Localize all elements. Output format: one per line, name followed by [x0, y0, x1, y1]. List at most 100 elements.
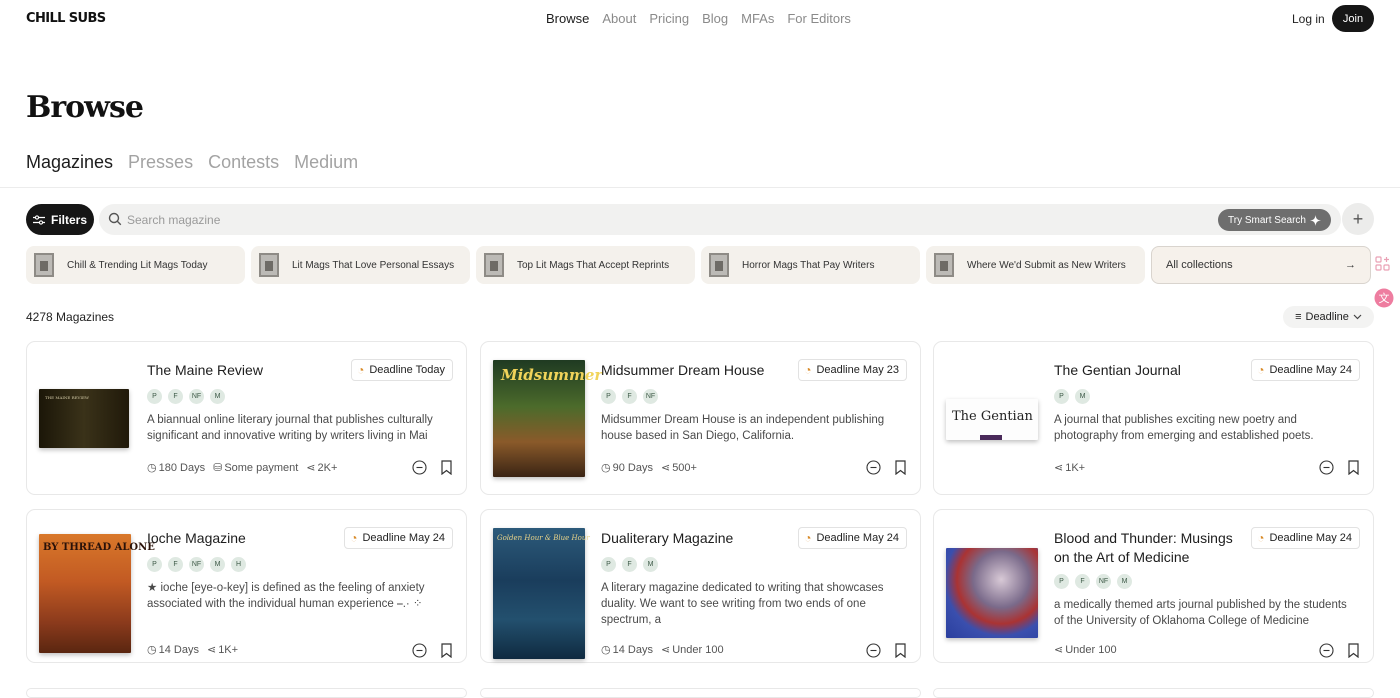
magazine-name[interactable]: The Maine Review: [147, 361, 263, 380]
card-actions: [412, 643, 453, 658]
tab-presses[interactable]: Presses: [128, 152, 193, 173]
magazine-name[interactable]: Ioche Magazine: [147, 529, 246, 548]
deadline-badge: ◔ Deadline May 23: [798, 359, 907, 381]
magazine-card[interactable]: Blood and Thunder: Musings on the Art of…: [933, 509, 1374, 663]
magazine-meta: ⋖ Under 100: [1054, 643, 1117, 657]
nav-blog[interactable]: Blog: [702, 11, 728, 26]
magazine-meta: ◷ 180 Days ⛁ Some payment ⋖ 2K+: [147, 461, 337, 475]
search-bar: Try Smart Search: [99, 204, 1341, 235]
sort-dropdown[interactable]: ≡ Deadline: [1283, 306, 1374, 328]
smart-search-button[interactable]: Try Smart Search: [1218, 209, 1331, 231]
response-time: ◷ 14 Days: [147, 643, 199, 657]
hide-icon[interactable]: [866, 643, 881, 658]
magazine-name[interactable]: Dualiterary Magazine: [601, 529, 733, 548]
hide-icon[interactable]: [412, 460, 427, 475]
timer-icon: ◔: [1257, 531, 1265, 545]
bag-icon: [259, 253, 279, 277]
collection-card[interactable]: Top Lit Mags That Accept Reprints: [476, 246, 695, 284]
grid-plus-icon[interactable]: [1375, 256, 1391, 272]
bookmark-icon[interactable]: [440, 643, 453, 658]
nav-about[interactable]: About: [602, 11, 636, 26]
money-icon: ⛁: [213, 462, 223, 474]
reach-text: Under 100: [1065, 643, 1117, 656]
magazine-name[interactable]: Blood and Thunder: Musings on the Art of…: [1054, 529, 1240, 567]
magazine-description: A literary magazine dedicated to writing…: [601, 582, 884, 626]
share-icon: ⋖: [660, 462, 671, 474]
cover-title: Golden Hour & Blue Hour: [497, 534, 590, 542]
all-collections-label: All collections: [1166, 259, 1233, 271]
card-actions: [866, 643, 907, 658]
genre-tag: M: [643, 557, 658, 572]
bookmark-icon[interactable]: [440, 460, 453, 475]
reach-text: Under 100: [672, 643, 724, 656]
sparkle-icon: [1310, 214, 1321, 226]
timer-icon: ◔: [1257, 363, 1265, 377]
all-collections-button[interactable]: All collections →: [1151, 246, 1371, 284]
sort-lines-icon: ≡: [1295, 311, 1302, 323]
nav-for-editors[interactable]: For Editors: [787, 11, 851, 26]
bookmark-icon[interactable]: [894, 643, 907, 658]
add-button[interactable]: +: [1342, 203, 1374, 235]
deadline-text: Deadline May 24: [816, 532, 899, 544]
translate-icon[interactable]: 文: [1374, 288, 1394, 308]
genre-tag: F: [168, 389, 183, 404]
collection-label: Lit Mags That Love Personal Essays: [292, 259, 455, 271]
magazine-card[interactable]: THE MAINE REVIEW The Maine Review ◔ Deadl…: [26, 341, 467, 495]
genre-tag: M: [1117, 574, 1132, 589]
magazine-card[interactable]: The Gentian The Gentian Journal ◔ Deadlin…: [933, 341, 1374, 495]
bookmark-icon[interactable]: [1347, 643, 1360, 658]
genre-tag: P: [147, 389, 162, 404]
genre-tag: F: [622, 557, 637, 572]
search-input[interactable]: [127, 204, 1127, 235]
main-nav: Browse About Pricing Blog MFAs For Edito…: [546, 11, 851, 26]
tab-magazines[interactable]: Magazines: [26, 152, 113, 173]
genre-tags: P F NF: [601, 389, 658, 404]
collection-card[interactable]: Where We'd Submit as New Writers: [926, 246, 1145, 284]
result-count: 4278 Magazines: [26, 310, 115, 324]
magazine-name[interactable]: The Gentian Journal: [1054, 361, 1181, 380]
magazine-cover: The Gentian: [946, 399, 1038, 440]
hide-icon[interactable]: [866, 460, 881, 475]
collection-card[interactable]: Chill & Trending Lit Mags Today: [26, 246, 245, 284]
magazine-name[interactable]: Midsummer Dream House: [601, 361, 764, 380]
share-icon: ⋖: [306, 462, 316, 474]
genre-tag: H: [231, 557, 246, 572]
reach-text: 1K+: [218, 643, 239, 656]
tab-medium[interactable]: Medium: [294, 152, 358, 173]
hide-icon[interactable]: [1319, 643, 1334, 658]
hide-icon[interactable]: [412, 643, 427, 658]
join-button[interactable]: Join: [1332, 5, 1374, 32]
cover-title: BY THREAD ALONE: [43, 542, 155, 553]
genre-tag: NF: [643, 389, 658, 404]
nav-browse[interactable]: Browse: [546, 11, 589, 26]
genre-tag: M: [210, 557, 225, 572]
smart-search-label: Try Smart Search: [1228, 214, 1306, 226]
bag-icon: [484, 253, 504, 277]
genre-tag: M: [210, 389, 225, 404]
hide-icon[interactable]: [1319, 460, 1334, 475]
magazine-card[interactable]: Golden Hour & Blue Hour Dualiterary Maga…: [480, 509, 921, 663]
magazine-description: A journal that publishes exciting new po…: [1054, 414, 1314, 442]
bag-icon: [34, 253, 54, 277]
magazine-cover: Midsummer: [493, 360, 602, 477]
filters-button[interactable]: Filters: [26, 204, 94, 235]
tab-contests[interactable]: Contests: [208, 152, 279, 173]
brand-logo[interactable]: CHILL SUBS: [26, 11, 106, 26]
bookmark-icon[interactable]: [1347, 460, 1360, 475]
collection-label: Where We'd Submit as New Writers: [967, 259, 1126, 271]
magazine-card[interactable]: BY THREAD ALONE Ioche Magazine ◔ Deadline…: [26, 509, 467, 663]
clock-icon: ◷: [147, 462, 157, 474]
response-time: ◷ 14 Days: [601, 643, 653, 657]
collection-card[interactable]: Horror Mags That Pay Writers: [701, 246, 920, 284]
bookmark-icon[interactable]: [894, 460, 907, 475]
response-time: ◷ 180 Days: [147, 461, 205, 475]
collection-card[interactable]: Lit Mags That Love Personal Essays: [251, 246, 470, 284]
nav-mfas[interactable]: MFAs: [741, 11, 774, 26]
cover-title: THE MAINE REVIEW: [45, 395, 90, 400]
login-link[interactable]: Log in: [1292, 12, 1325, 26]
magazine-card[interactable]: Midsummer Midsummer Dream House ◔ Deadlin…: [480, 341, 921, 495]
plus-icon: +: [1352, 208, 1364, 229]
sliders-icon: [32, 214, 45, 225]
nav-pricing[interactable]: Pricing: [649, 11, 689, 26]
timer-icon: ◔: [804, 363, 812, 377]
